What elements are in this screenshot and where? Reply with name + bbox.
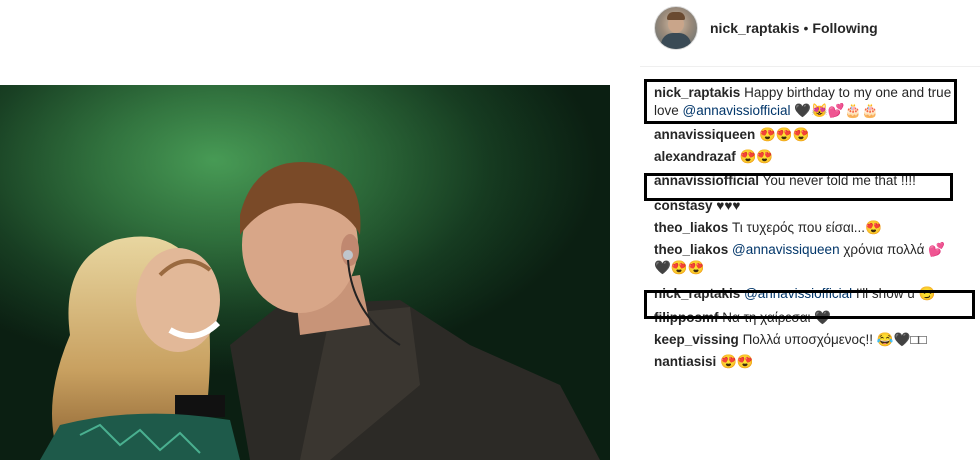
author-username[interactable]: nick_raptakis xyxy=(710,20,800,36)
highlight-box xyxy=(644,79,957,124)
comments-list: nick_raptakis Happy birthday to my one a… xyxy=(654,84,954,375)
comment: theo_liakos Τι τυχερός που είσαι...😍 xyxy=(654,219,954,237)
comment-text: 😍😍 xyxy=(720,354,754,369)
comment: annavissiqueen 😍😍😍 xyxy=(654,126,954,144)
comment: nantiasisi 😍😍 xyxy=(654,353,954,371)
photo-illustration xyxy=(0,85,610,460)
comment-username[interactable]: theo_liakos xyxy=(654,242,728,257)
comment-username[interactable]: theo_liakos xyxy=(654,220,728,235)
comment-username[interactable]: alexandrazaf xyxy=(654,149,736,164)
comment-text: 😍😍 xyxy=(739,149,774,164)
comment: alexandrazaf 😍😍 xyxy=(654,148,954,166)
comment-text: Πολλά υποσχόμενος!! 😂🖤□□ xyxy=(742,332,927,347)
comment-username[interactable]: annavissiqueen xyxy=(654,127,755,142)
comment-text: Τι τυχερός που είσαι...😍 xyxy=(732,220,882,235)
comment: theo_liakos @annavissiqueen χρόνια πολλά… xyxy=(654,241,954,277)
highlight-box xyxy=(644,173,953,201)
separator-dot: • xyxy=(803,20,809,36)
highlight-box xyxy=(644,290,975,319)
comment-username[interactable]: nantiasisi xyxy=(654,354,716,369)
comment-text: 😍😍😍 xyxy=(759,127,810,142)
header-divider xyxy=(640,66,980,67)
post-photo[interactable] xyxy=(0,85,610,460)
comment-mention[interactable]: @annavissiqueen xyxy=(732,242,840,257)
avatar[interactable] xyxy=(654,6,698,50)
follow-status-button[interactable]: Following xyxy=(812,20,877,36)
comment: keep_vissing Πολλά υποσχόμενος!! 😂🖤□□ xyxy=(654,331,954,349)
comment-username[interactable]: keep_vissing xyxy=(654,332,739,347)
post-header: nick_raptakis • Following xyxy=(654,6,878,50)
